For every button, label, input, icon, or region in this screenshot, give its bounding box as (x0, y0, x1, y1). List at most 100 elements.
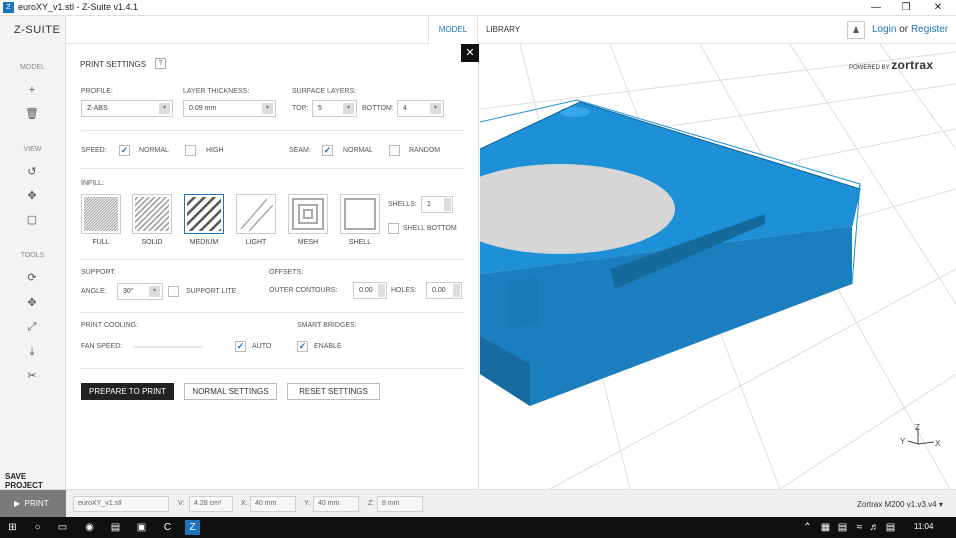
plus-icon[interactable]: + (22, 82, 42, 98)
fan-speed-slider[interactable] (133, 346, 203, 348)
infill-light-option[interactable] (236, 194, 276, 234)
shells-label: SHELLS: (388, 201, 417, 208)
camera-icon[interactable]: ▢ (22, 212, 42, 228)
support-lite-label: SUPPORT LITE (186, 288, 237, 295)
chrome-icon[interactable]: ◉ (82, 520, 97, 535)
powered-by-label: POWERED BY (849, 65, 890, 71)
holes-spinner[interactable]: 0.00 (426, 282, 462, 299)
profile-label: PROFILE: (81, 88, 113, 95)
y-label: Y: (304, 500, 311, 507)
holes-label: HOLES: (391, 287, 417, 294)
scale-icon[interactable]: ⤢ (22, 319, 42, 335)
search-icon[interactable]: ○ (30, 520, 45, 535)
layer-thickness-select[interactable]: 0.09 mm ▾ (183, 100, 276, 117)
fan-auto-checkbox[interactable]: ✓ (235, 341, 246, 352)
ccleaner-icon[interactable]: C (160, 520, 175, 535)
filename-field: euroXY_v1.stl (73, 496, 169, 512)
login-area: Login or Register (872, 24, 948, 35)
divider (81, 368, 465, 369)
infill-mesh-option[interactable] (288, 194, 328, 234)
chevron-down-icon: ▾ (430, 103, 441, 114)
section-model: MODEL (20, 64, 45, 71)
rotate-icon[interactable]: ⟳ (22, 270, 42, 286)
tray-chevron-icon[interactable]: ⌃ (800, 520, 815, 535)
print-button[interactable]: ▶ PRINT (0, 490, 66, 518)
spinner-arrows-icon[interactable] (453, 284, 460, 297)
restore-icon[interactable]: ❐ (890, 0, 922, 16)
close-panel-button[interactable]: ✕ (461, 44, 479, 62)
move-icon[interactable]: ✥ (22, 295, 42, 311)
angle-select[interactable]: 30° ▾ (117, 283, 163, 300)
shell-bottom-checkbox[interactable] (388, 223, 399, 234)
prepare-to-print-button[interactable]: PREPARE TO PRINT (81, 383, 174, 400)
register-link[interactable]: Register (911, 24, 948, 35)
spinner-arrows-icon[interactable] (444, 198, 451, 211)
bottom-bar: ▶ PRINT euroXY_v1.stl V: 4.28 cm³ X: 40 … (0, 489, 956, 518)
seam-normal-checkbox[interactable]: ✓ (322, 145, 333, 156)
spinner-arrows-icon[interactable] (378, 284, 385, 297)
seam-random-checkbox[interactable] (389, 145, 400, 156)
rotate-view-icon[interactable]: ↺ (22, 164, 42, 180)
infill-shell-pattern (344, 198, 376, 230)
bottom-layers-select[interactable]: 4 ▾ (397, 100, 444, 117)
seam-normal-label: NORMAL (343, 147, 373, 154)
wifi-icon[interactable]: ≈ (852, 520, 867, 535)
top-layers-select[interactable]: 5 ▾ (312, 100, 357, 117)
tab-model[interactable]: MODEL (428, 16, 478, 45)
section-tools: TOOLS (20, 252, 45, 259)
model-peg-top (560, 107, 590, 117)
infill-mesh-label: MESH (297, 239, 319, 246)
file-explorer-icon[interactable]: ▤ (108, 520, 123, 535)
model-peg (560, 112, 590, 152)
z-label: Z: (368, 500, 375, 507)
print-settings-panel: PRINT SETTINGS ? PROFILE: Z-ABS ▾ LAYER … (66, 44, 479, 489)
store-icon[interactable]: ▣ (134, 520, 149, 535)
speed-normal-checkbox[interactable]: ✓ (119, 145, 130, 156)
outer-contours-spinner[interactable]: 0.00 (353, 282, 387, 299)
input-icon[interactable]: ▤ (835, 520, 850, 535)
axis-y-label: Y (900, 437, 906, 446)
infill-full-label: FULL (92, 239, 110, 246)
network-icon[interactable]: ▦ (818, 520, 833, 535)
shells-spinner[interactable]: 1 (421, 196, 453, 213)
support-label: SUPPORT: (81, 269, 116, 276)
support-lite-checkbox[interactable] (168, 286, 179, 297)
minimize-icon[interactable]: — (860, 0, 892, 16)
login-link[interactable]: Login (872, 24, 896, 35)
help-icon[interactable]: ? (155, 58, 166, 69)
z-suite-taskbar-icon[interactable]: Z (185, 520, 200, 535)
login-or: or (899, 24, 909, 35)
tab-library[interactable]: LIBRARY (478, 16, 528, 44)
chevron-down-icon: ▾ (159, 103, 170, 114)
infill-medium-option[interactable] (184, 194, 224, 234)
normal-settings-button[interactable]: NORMAL SETTINGS (184, 383, 277, 400)
infill-solid-option[interactable] (132, 194, 172, 234)
x-size-field: 40 mm (250, 496, 296, 512)
place-on-bed-icon[interactable]: ⤓ (22, 344, 42, 360)
brand-logo: zortrax (891, 58, 934, 72)
infill-full-option[interactable] (81, 194, 121, 234)
os-taskbar: ⊞ ○ ▭ ◉ ▤ ▣ C Z ⌃ ▦ ▤ ≈ ♬ ▤ 11:04 (0, 517, 956, 538)
cut-icon[interactable]: ✂ (22, 368, 42, 384)
close-icon[interactable]: ✕ (922, 0, 954, 16)
axis-gizmo: Z Y X (900, 423, 941, 448)
move-view-icon[interactable]: ✥ (22, 188, 42, 204)
reset-settings-button[interactable]: RESET SETTINGS (287, 383, 380, 400)
user-icon[interactable]: ♟ (847, 21, 865, 39)
bridges-enable-checkbox[interactable]: ✓ (297, 341, 308, 352)
title-bar: Z euroXY_v1.stl - Z-Suite v1.4.1 — ❐ ✕ (0, 0, 956, 16)
save-project-button[interactable]: SAVE PROJECT (5, 472, 65, 490)
printer-select[interactable]: Zortrax M200 v1.v3.v4 ▾ (857, 500, 943, 509)
volume-icon[interactable]: ♬ (867, 520, 882, 535)
infill-shell-option[interactable] (340, 194, 380, 234)
app-logo: Z-SUITE (14, 24, 61, 36)
taskbar-clock[interactable]: 11:04 (914, 522, 933, 531)
3d-viewport[interactable] (480, 44, 956, 489)
speed-high-checkbox[interactable] (185, 145, 196, 156)
windows-start-icon[interactable]: ⊞ (5, 520, 20, 535)
notifications-icon[interactable]: ▤ (883, 520, 898, 535)
task-view-icon[interactable]: ▭ (55, 520, 70, 535)
divider (81, 312, 465, 313)
trash-icon[interactable]: 🗑 (22, 106, 42, 122)
profile-select[interactable]: Z-ABS ▾ (81, 100, 173, 117)
